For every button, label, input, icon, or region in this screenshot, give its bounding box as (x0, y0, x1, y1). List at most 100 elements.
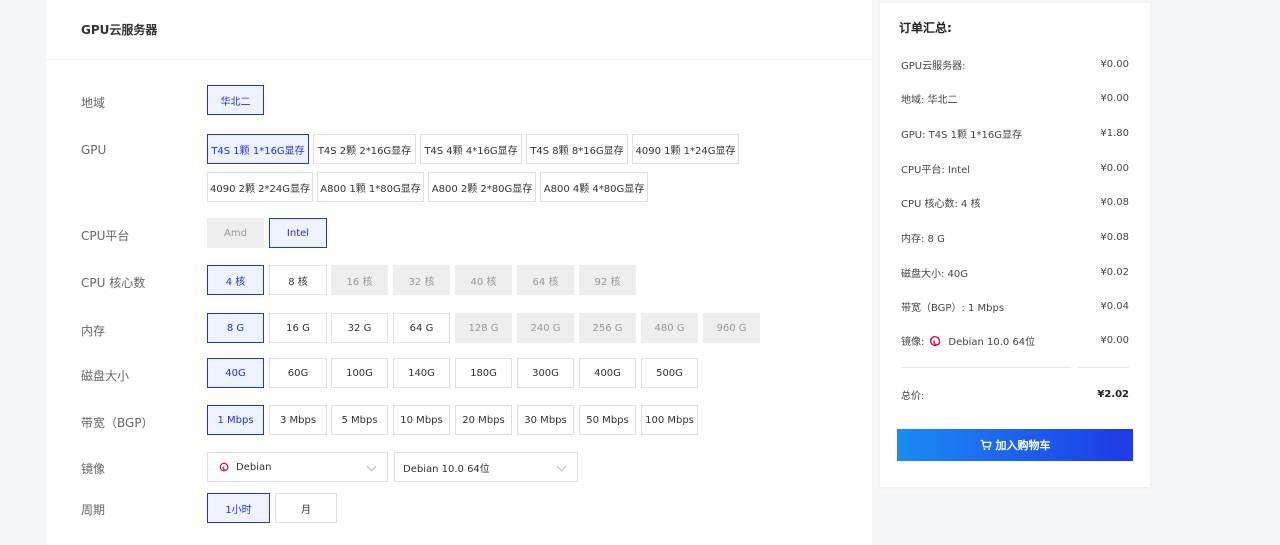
debian-swirl-icon (219, 462, 229, 472)
summary-divider (1078, 367, 1129, 368)
memory-option: 128 G (455, 313, 512, 343)
summary-row-label: 磁盘大小: 40G (901, 269, 969, 280)
summary-row: GPU云服务器: ¥0.00 (901, 57, 1129, 72)
summary-row-price: ¥1.80 (1100, 128, 1129, 139)
summary-row-label: GPU云服务器: (901, 61, 966, 72)
period-option-month[interactable]: 月 (275, 493, 337, 523)
summary-row: 磁盘大小: 40G ¥0.02 (901, 265, 1129, 280)
cpu-cores-option: 64 核 (517, 265, 574, 295)
bandwidth-option[interactable]: 30 Mbps (517, 405, 574, 435)
gpu-option[interactable]: 4090 2颗 2*24G显存 (207, 172, 313, 202)
summary-image-label: 镜像: (901, 337, 925, 348)
summary-total-label: 总价: (901, 391, 925, 402)
summary-row-price: ¥0.04 (1100, 301, 1129, 312)
disk-option[interactable]: 60G (269, 358, 327, 388)
memory-option[interactable]: 8 G (207, 313, 264, 343)
cpu-cores-option[interactable]: 8 核 (269, 265, 327, 295)
summary-image-info: 镜像: Debian 10.0 64位 (901, 333, 1035, 348)
gpu-option[interactable]: A800 2颗 2*80G显存 (428, 172, 536, 202)
memory-option: 256 G (579, 313, 636, 343)
bandwidth-option[interactable]: 5 Mbps (331, 405, 388, 435)
memory-option: 480 G (641, 313, 698, 343)
region-option[interactable]: 华北二 (207, 85, 264, 115)
bandwidth-option[interactable]: 100 Mbps (641, 405, 698, 435)
summary-row: 地域: 华北二 ¥0.00 (901, 91, 1129, 106)
period-option-hour[interactable]: 1小时 (207, 493, 270, 523)
bandwidth-label: 带宽（BGP） (81, 416, 154, 430)
summary-row-label: CPU平台: Intel (901, 165, 971, 176)
memory-option[interactable]: 32 G (331, 313, 388, 343)
summary-title: 订单汇总: (899, 21, 952, 35)
summary-row-label: 带宽（BGP）: 1 Mbps (901, 303, 1005, 314)
gpu-option[interactable]: T4S 8颗 8*16G显存 (526, 134, 628, 164)
summary-row: 内存: 8 G ¥0.08 (901, 230, 1129, 245)
os-select-value: Debian (236, 461, 272, 473)
summary-total-price: ¥2.02 (1097, 389, 1129, 400)
summary-row-label: CPU 核心数: 4 核 (901, 199, 981, 210)
memory-label: 内存 (81, 324, 106, 338)
cpu-cores-option: 40 核 (455, 265, 512, 295)
summary-row: CPU平台: Intel ¥0.00 (901, 161, 1129, 176)
disk-option[interactable]: 180G (455, 358, 512, 388)
page-title: GPU云服务器 (46, 0, 872, 60)
disk-option[interactable]: 140G (393, 358, 450, 388)
memory-option[interactable]: 16 G (269, 313, 327, 343)
disk-option[interactable]: 40G (207, 358, 264, 388)
cpu-platform-option-amd: Amd (207, 218, 264, 248)
debian-swirl-icon (930, 335, 941, 346)
summary-row-price: ¥0.02 (1100, 267, 1129, 278)
bandwidth-option[interactable]: 3 Mbps (269, 405, 327, 435)
gpu-option[interactable]: T4S 1颗 1*16G显存 (207, 134, 309, 164)
chevron-down-icon (366, 461, 377, 472)
memory-option: 240 G (517, 313, 574, 343)
config-panel: GPU云服务器 地域 华北二 GPU T4S 1颗 1*16G显存 T4S 2颗… (46, 0, 872, 545)
order-summary: 订单汇总: GPU云服务器: ¥0.00 地域: 华北二 ¥0.00 GPU: … (880, 3, 1150, 487)
cpu-cores-option: 92 核 (579, 265, 636, 295)
gpu-option[interactable]: 4090 1颗 1*24G显存 (632, 134, 739, 164)
cpu-cores-option[interactable]: 4 核 (207, 265, 264, 295)
os-select[interactable]: Debian (207, 452, 388, 482)
summary-row-label: 内存: 8 G (901, 234, 945, 245)
version-select[interactable]: Debian 10.0 64位 (394, 452, 578, 482)
summary-row: CPU 核心数: 4 核 ¥0.08 (901, 195, 1129, 210)
bandwidth-option[interactable]: 20 Mbps (455, 405, 512, 435)
summary-row-price: ¥0.00 (1100, 163, 1129, 174)
memory-option: 960 G (703, 313, 760, 343)
bandwidth-option[interactable]: 50 Mbps (579, 405, 636, 435)
disk-option[interactable]: 100G (331, 358, 388, 388)
gpu-option[interactable]: T4S 2颗 2*16G显存 (313, 134, 416, 164)
disk-option[interactable]: 300G (517, 358, 574, 388)
summary-row-price: ¥0.08 (1100, 232, 1129, 243)
chevron-down-icon (556, 461, 567, 472)
gpu-option[interactable]: A800 4颗 4*80G显存 (540, 172, 648, 202)
add-to-cart-label: 加入购物车 (995, 439, 1051, 452)
gpu-option[interactable]: T4S 4颗 4*16G显存 (420, 134, 522, 164)
summary-row-price: ¥0.08 (1100, 197, 1129, 208)
disk-option[interactable]: 500G (641, 358, 698, 388)
summary-row-price: ¥0.00 (1100, 93, 1129, 104)
bandwidth-option[interactable]: 10 Mbps (393, 405, 450, 435)
summary-row: 带宽（BGP）: 1 Mbps ¥0.04 (901, 299, 1129, 314)
cpu-cores-option: 32 核 (393, 265, 450, 295)
summary-total-row: 总价: ¥2.02 (901, 387, 1129, 402)
cpu-platform-label: CPU平台 (81, 229, 130, 243)
summary-divider (901, 367, 1071, 368)
gpu-option[interactable]: A800 1颗 1*80G显存 (317, 172, 424, 202)
summary-row-label: 地域: 华北二 (901, 95, 958, 106)
summary-row: GPU: T4S 1颗 1*16G显存 ¥1.80 (901, 126, 1129, 141)
cpu-platform-option-intel[interactable]: Intel (269, 218, 327, 248)
summary-image-row: 镜像: Debian 10.0 64位 ¥0.00 (901, 333, 1129, 348)
version-select-value: Debian 10.0 64位 (403, 463, 490, 475)
region-label: 地域 (81, 96, 106, 110)
cart-icon (980, 439, 992, 451)
period-label: 周期 (81, 503, 106, 517)
summary-row-price: ¥0.00 (1100, 59, 1129, 70)
image-label: 镜像 (81, 462, 106, 476)
summary-row-label: GPU: T4S 1颗 1*16G显存 (901, 130, 1023, 141)
disk-option[interactable]: 400G (579, 358, 636, 388)
add-to-cart-button[interactable]: 加入购物车 (897, 429, 1133, 461)
summary-image-value: Debian 10.0 64位 (948, 337, 1036, 348)
bandwidth-option[interactable]: 1 Mbps (207, 405, 264, 435)
memory-option[interactable]: 64 G (393, 313, 450, 343)
gpu-label: GPU (81, 143, 107, 157)
